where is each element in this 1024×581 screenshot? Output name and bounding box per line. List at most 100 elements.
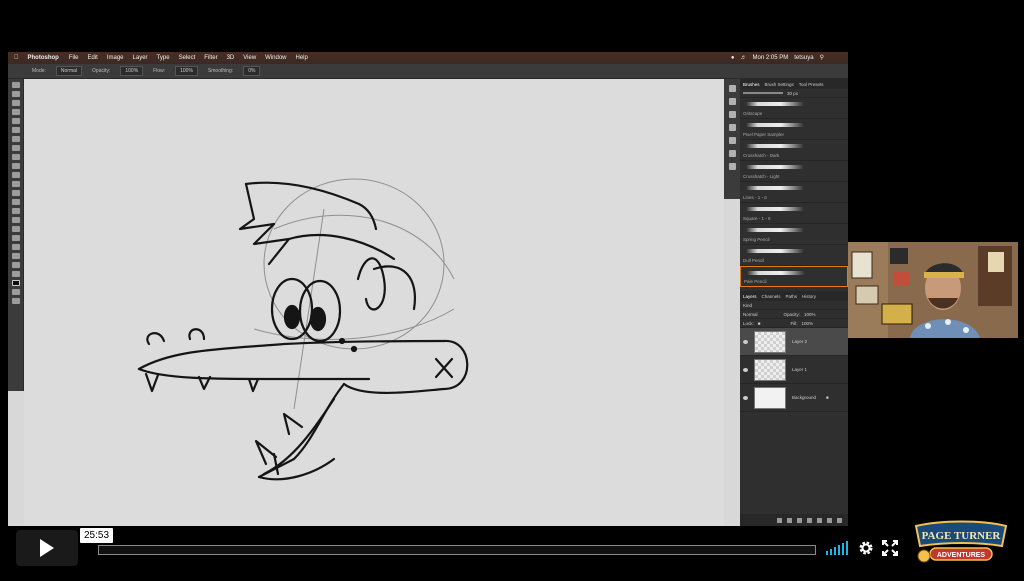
apple-icon[interactable]:  bbox=[14, 55, 19, 61]
brush-item[interactable]: Crosshatch - Light bbox=[740, 161, 848, 182]
brush-name: Square - 1 - 6 bbox=[743, 216, 771, 221]
adjustments-icon[interactable] bbox=[728, 137, 736, 144]
fullscreen-icon[interactable] bbox=[882, 540, 898, 556]
history-brush-tool-icon[interactable] bbox=[12, 172, 20, 178]
paragraph-icon[interactable] bbox=[728, 111, 736, 118]
menu-image[interactable]: Image bbox=[107, 55, 124, 61]
move-tool-icon[interactable] bbox=[12, 82, 20, 88]
volume-icon[interactable]: ♬ bbox=[741, 55, 747, 61]
color-swatch-icon[interactable] bbox=[12, 280, 20, 286]
eyedropper-tool-icon[interactable] bbox=[12, 136, 20, 142]
user-name[interactable]: tetsuya bbox=[794, 55, 813, 61]
layer-opacity-value[interactable]: 100% bbox=[804, 312, 816, 317]
mode-select[interactable]: Normal bbox=[55, 66, 83, 76]
clock[interactable]: Mon 2:05 PM bbox=[753, 55, 789, 61]
brush-size-value[interactable]: 30 px bbox=[787, 91, 798, 96]
menu-filter[interactable]: Filter bbox=[204, 55, 217, 61]
pen-tool-icon[interactable] bbox=[12, 217, 20, 223]
brush-item[interactable]: Dull Pencil bbox=[740, 245, 848, 266]
path-select-tool-icon[interactable] bbox=[12, 235, 20, 241]
info-icon[interactable] bbox=[728, 163, 736, 170]
brush-size-slider[interactable] bbox=[743, 92, 783, 94]
tab-paths[interactable]: Paths bbox=[786, 294, 798, 299]
app-name[interactable]: Photoshop bbox=[28, 55, 59, 61]
crop-tool-icon[interactable] bbox=[12, 118, 20, 124]
wifi-icon[interactable]: ● bbox=[731, 55, 735, 61]
flow-field[interactable]: 100% bbox=[175, 66, 198, 76]
eye-icon[interactable] bbox=[743, 339, 748, 344]
mask-icon[interactable] bbox=[797, 517, 802, 523]
brush-item[interactable]: Square - 1 - 6 bbox=[740, 203, 848, 224]
menu-view[interactable]: View bbox=[243, 55, 256, 61]
layer-row[interactable]: Layer 2 bbox=[740, 328, 848, 356]
menu-file[interactable]: File bbox=[69, 55, 79, 61]
layer-row[interactable]: Layer 1 bbox=[740, 356, 848, 384]
brush-item[interactable]: Crosshatch - Dark bbox=[740, 140, 848, 161]
zoom-tool-icon[interactable] bbox=[12, 262, 20, 268]
layer-name[interactable]: Layer 2 bbox=[792, 339, 807, 344]
adjustment-layer-icon[interactable] bbox=[807, 517, 812, 523]
gradient-tool-icon[interactable] bbox=[12, 190, 20, 196]
play-action-icon[interactable] bbox=[728, 85, 736, 92]
tab-layers[interactable]: Layers bbox=[743, 294, 757, 299]
menu-type[interactable]: Type bbox=[157, 55, 170, 61]
shape-tool-icon[interactable] bbox=[12, 244, 20, 250]
frame-tool-icon[interactable] bbox=[12, 127, 20, 133]
progress-track[interactable] bbox=[98, 545, 816, 555]
menu-3d[interactable]: 3D bbox=[227, 55, 235, 61]
brush-item-selected[interactable]: Pale Pencil bbox=[740, 266, 848, 287]
type-tool-icon[interactable] bbox=[12, 226, 20, 232]
fill-value[interactable]: 100% bbox=[801, 321, 813, 326]
gear-icon[interactable] bbox=[858, 540, 874, 556]
link-layers-icon[interactable] bbox=[777, 517, 782, 523]
libraries-icon[interactable] bbox=[728, 124, 736, 131]
brush-item[interactable]: Spring Pencil bbox=[740, 224, 848, 245]
blend-mode-select[interactable]: Normal bbox=[743, 312, 758, 317]
trash-icon[interactable] bbox=[837, 517, 842, 523]
new-layer-icon[interactable] bbox=[827, 517, 832, 523]
brush-item[interactable]: Pixel Paper Sampler bbox=[740, 119, 848, 140]
brush-item[interactable]: Lines - 1 - 6 bbox=[740, 182, 848, 203]
marquee-tool-icon[interactable] bbox=[12, 91, 20, 97]
menu-layer[interactable]: Layer bbox=[133, 55, 148, 61]
healing-tool-icon[interactable] bbox=[12, 145, 20, 151]
drawing-canvas[interactable] bbox=[24, 79, 724, 526]
layer-row[interactable]: Background ■ bbox=[740, 384, 848, 412]
tab-channels[interactable]: Channels bbox=[762, 294, 781, 299]
eraser-tool-icon[interactable] bbox=[12, 181, 20, 187]
menu-select[interactable]: Select bbox=[179, 55, 196, 61]
menu-edit[interactable]: Edit bbox=[88, 55, 98, 61]
play-button[interactable] bbox=[16, 530, 78, 566]
brush-tool-icon[interactable] bbox=[12, 154, 20, 160]
volume-icon[interactable] bbox=[826, 541, 850, 555]
menu-window[interactable]: Window bbox=[265, 55, 286, 61]
hand-tool-icon[interactable] bbox=[12, 253, 20, 259]
lock-icon[interactable]: ■ bbox=[758, 321, 761, 326]
smoothing-field[interactable]: 0% bbox=[243, 66, 261, 76]
quick-select-tool-icon[interactable] bbox=[12, 109, 20, 115]
group-icon[interactable] bbox=[817, 517, 822, 523]
character-icon[interactable] bbox=[728, 98, 736, 105]
screen-mode-icon[interactable] bbox=[12, 298, 20, 304]
menu-help[interactable]: Help bbox=[296, 55, 308, 61]
more-tools-icon[interactable] bbox=[12, 271, 20, 277]
stamp-tool-icon[interactable] bbox=[12, 163, 20, 169]
dodge-tool-icon[interactable] bbox=[12, 208, 20, 214]
tab-history[interactable]: History bbox=[802, 294, 816, 299]
fx-icon[interactable] bbox=[787, 517, 792, 523]
opacity-field[interactable]: 100% bbox=[120, 66, 144, 76]
eye-icon[interactable] bbox=[743, 367, 748, 372]
brush-item[interactable]: Gritscape bbox=[740, 98, 848, 119]
eye-icon[interactable] bbox=[743, 395, 748, 400]
search-icon[interactable]: ⚲ bbox=[820, 54, 824, 61]
layer-kind-filter[interactable]: Kind bbox=[743, 303, 752, 308]
tab-brushes[interactable]: Brushes bbox=[743, 82, 760, 87]
tab-brush-settings[interactable]: Brush Settings bbox=[765, 82, 794, 87]
layer-name[interactable]: Background bbox=[792, 395, 816, 400]
quick-mask-icon[interactable] bbox=[12, 289, 20, 295]
lasso-tool-icon[interactable] bbox=[12, 100, 20, 106]
layer-name[interactable]: Layer 1 bbox=[792, 367, 807, 372]
tab-tool-presets[interactable]: Tool Presets bbox=[799, 82, 824, 87]
properties-icon[interactable] bbox=[728, 150, 736, 157]
blur-tool-icon[interactable] bbox=[12, 199, 20, 205]
